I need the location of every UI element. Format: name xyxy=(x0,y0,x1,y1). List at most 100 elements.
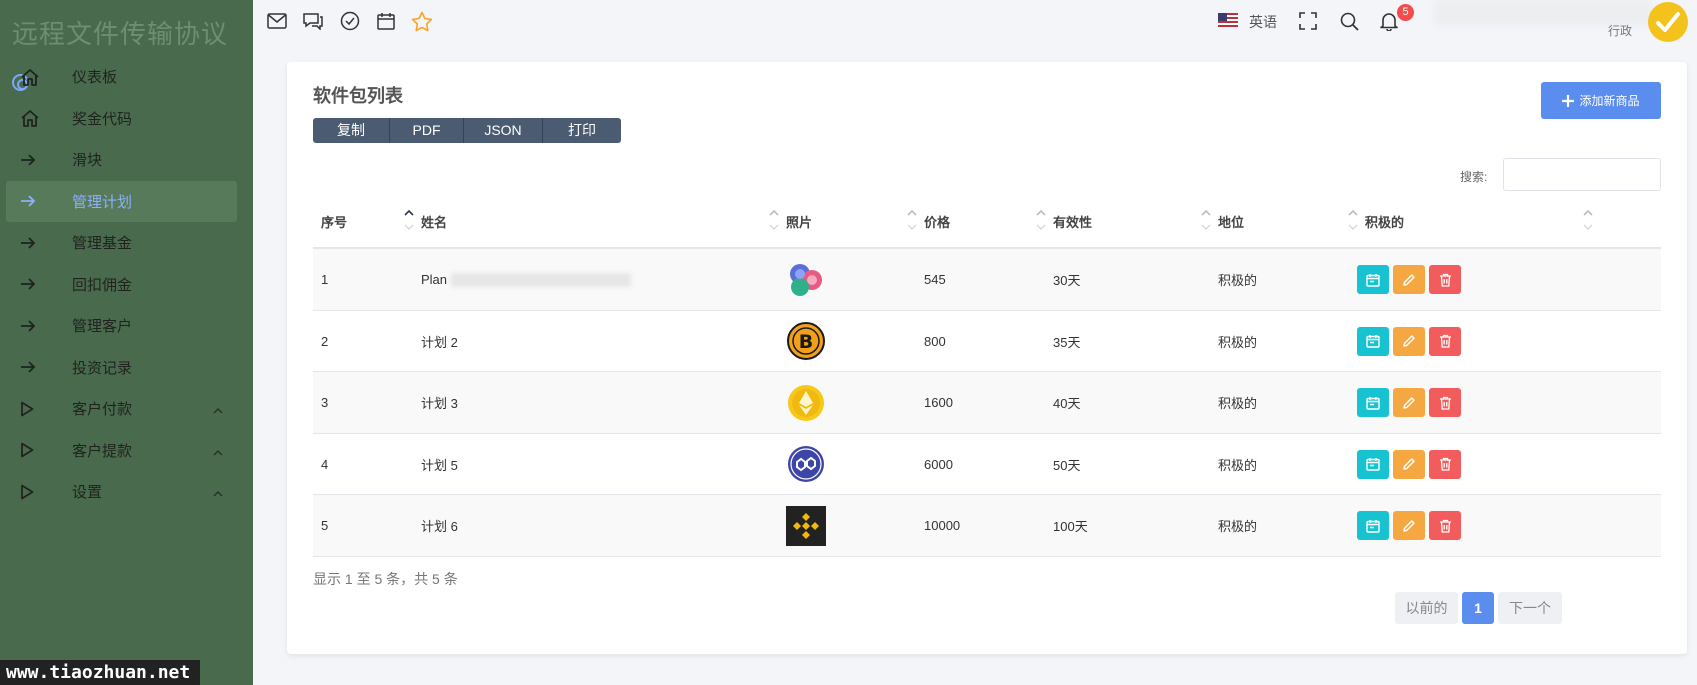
sort-icon[interactable] xyxy=(404,209,414,231)
edit-button[interactable] xyxy=(1393,511,1425,540)
calendar-icon xyxy=(1366,519,1380,533)
delete-button[interactable] xyxy=(1429,265,1461,294)
search-label: 搜索: xyxy=(1460,170,1488,184)
sidebar-item-1[interactable]: 奖金代码 xyxy=(6,98,237,140)
table-header: 序号 姓名 照片 价格 有效性 地位 积极的 xyxy=(313,200,1661,249)
sidebar-item-4[interactable]: 管理基金 xyxy=(6,222,237,264)
sidebar-item-6[interactable]: 管理客户 xyxy=(6,305,237,347)
svg-text:B: B xyxy=(799,331,813,353)
column-header-5[interactable]: 地位 xyxy=(1218,200,1352,247)
gems-coin-image xyxy=(790,263,822,296)
user-role: 行政 xyxy=(1608,24,1633,38)
binance-coin-image xyxy=(786,505,826,546)
pencil-icon xyxy=(1403,335,1415,347)
arrow-right-icon xyxy=(20,361,50,373)
column-header-1[interactable]: 姓名 xyxy=(421,200,773,247)
row-name-text: 计划 6 xyxy=(421,519,458,534)
edit-button[interactable] xyxy=(1393,449,1425,479)
row-id: 4 xyxy=(321,456,329,472)
star-icon[interactable] xyxy=(411,10,433,32)
add-new-item-button[interactable]: 添加新商品 xyxy=(1541,82,1661,119)
detail-button[interactable] xyxy=(1357,449,1389,479)
sort-icon[interactable] xyxy=(1201,209,1211,231)
delete-button[interactable] xyxy=(1429,511,1461,540)
sort-icon[interactable] xyxy=(1036,209,1046,231)
sidebar-item-3[interactable]: 管理计划 xyxy=(6,180,237,222)
search-icon[interactable] xyxy=(1338,10,1360,32)
row-status: 积极的 xyxy=(1218,457,1258,473)
chevron-up-icon[interactable] xyxy=(213,443,223,460)
row-name: Plan xyxy=(421,249,773,310)
sort-icon[interactable] xyxy=(1583,209,1593,231)
row-actions xyxy=(1357,311,1579,372)
column-header-2[interactable]: 照片 xyxy=(786,200,911,247)
us-flag-icon[interactable] xyxy=(1218,13,1238,27)
sidebar-item-10[interactable]: 设置 xyxy=(6,471,237,513)
sidebar-item-label: 仪表板 xyxy=(72,69,118,87)
sort-icon[interactable] xyxy=(907,209,917,231)
edit-button[interactable] xyxy=(1393,388,1425,417)
json-button[interactable]: JSON xyxy=(464,118,543,143)
delete-button[interactable] xyxy=(1429,449,1461,479)
previous-page-button[interactable]: 以前的 xyxy=(1395,592,1458,624)
home-icon xyxy=(20,109,50,128)
redacted-text xyxy=(451,272,632,287)
edit-button[interactable] xyxy=(1393,265,1425,294)
row-photo xyxy=(786,434,911,495)
detail-button[interactable] xyxy=(1357,326,1389,356)
chat-icon[interactable] xyxy=(302,10,324,32)
copy-button[interactable]: 复制 xyxy=(313,118,390,143)
column-header-0[interactable]: 序号 xyxy=(321,200,408,247)
next-page-button[interactable]: 下一个 xyxy=(1498,592,1562,624)
detail-button[interactable] xyxy=(1357,511,1389,540)
row-id: 5 xyxy=(321,518,329,533)
play-icon xyxy=(20,442,50,458)
check-circle-icon[interactable] xyxy=(339,10,361,32)
row-price: 1600 xyxy=(924,395,953,410)
page-title: 软件包列表 xyxy=(313,86,403,106)
sidebar-item-5[interactable]: 回扣佣金 xyxy=(6,264,237,306)
add-new-item-label: 添加新商品 xyxy=(1579,94,1640,108)
calendar-icon[interactable] xyxy=(375,10,397,32)
delete-button[interactable] xyxy=(1429,326,1461,356)
sidebar-item-label: 客户付款 xyxy=(72,401,133,419)
row-validity: 100天 xyxy=(1053,519,1088,534)
search-input[interactable] xyxy=(1503,158,1661,191)
row-id: 2 xyxy=(321,333,329,349)
table-row: 2 计划 2 B 800 35天 积极的 xyxy=(313,311,1661,372)
delete-button[interactable] xyxy=(1429,388,1461,417)
fullscreen-icon[interactable] xyxy=(1297,10,1319,32)
column-header-3[interactable]: 价格 xyxy=(924,200,1040,247)
sidebar-item-label: 投资记录 xyxy=(72,359,133,377)
pdf-button[interactable]: PDF xyxy=(390,118,464,143)
detail-button[interactable] xyxy=(1357,265,1389,294)
sort-icon[interactable] xyxy=(1348,209,1358,231)
table-row: 4 计划 5 6000 50天 积极的 xyxy=(313,434,1661,495)
print-button[interactable]: 打印 xyxy=(543,118,621,143)
chevron-up-icon[interactable] xyxy=(213,401,223,418)
table-body: 1 Plan 545 30天 积极的 2 计划 2 B 800 35天 积极的 3 计划 3 1600 40… xyxy=(313,249,1661,557)
row-status: 积极的 xyxy=(1218,334,1258,350)
page-1-button[interactable]: 1 xyxy=(1462,592,1494,624)
row-name-text: 计划 5 xyxy=(421,457,458,473)
sidebar-item-9[interactable]: 客户提款 xyxy=(6,430,237,472)
edit-button[interactable] xyxy=(1393,326,1425,356)
column-header-4[interactable]: 有效性 xyxy=(1053,200,1205,247)
mail-icon[interactable] xyxy=(266,10,288,32)
trash-icon xyxy=(1439,334,1451,348)
table-row: 5 计划 6 10000 100天 积极的 xyxy=(313,495,1661,557)
column-header-6[interactable]: 积极的 xyxy=(1365,200,1587,247)
row-actions xyxy=(1357,249,1579,310)
sidebar-item-2[interactable]: 滑块 xyxy=(6,139,237,181)
sort-icon[interactable] xyxy=(769,209,779,231)
sidebar-item-8[interactable]: 客户付款 xyxy=(6,388,237,430)
chevron-up-icon[interactable] xyxy=(213,484,223,501)
topbar: 英语 5 行政 xyxy=(253,0,1697,48)
sidebar-item-7[interactable]: 投资记录 xyxy=(6,347,237,389)
calendar-icon xyxy=(1366,396,1380,410)
brand-title[interactable]: 远程文件传输协议 xyxy=(12,14,228,51)
language-selector[interactable]: 英语 xyxy=(1249,12,1277,32)
avatar[interactable] xyxy=(1648,2,1688,42)
sidebar-item-0[interactable]: 仪表板 xyxy=(6,56,237,98)
detail-button[interactable] xyxy=(1357,388,1389,417)
